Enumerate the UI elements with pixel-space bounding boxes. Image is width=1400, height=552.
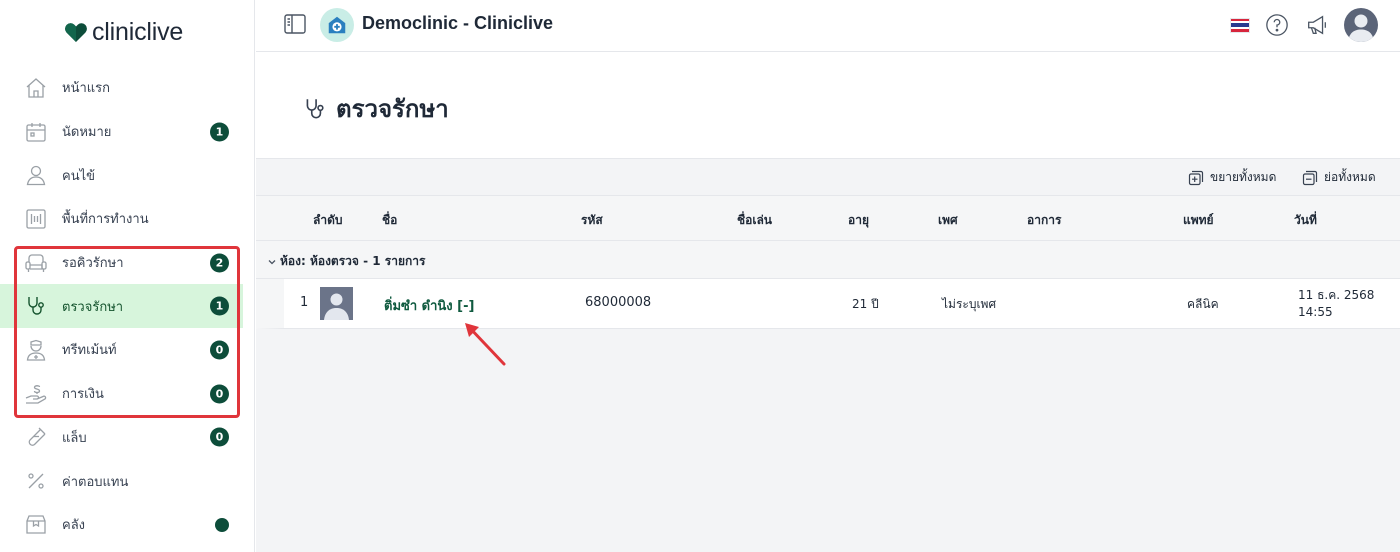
column-header-gender[interactable]: เพศ (938, 211, 958, 230)
count-badge: 0 (210, 427, 229, 447)
column-header-age[interactable]: อายุ (848, 211, 869, 230)
sidebar-item-label: ค่าตอบแทน (62, 474, 129, 490)
patient-name[interactable]: ติ่มซำ ดำนิง [-] (384, 299, 474, 314)
sidebar-item-label: การเงิน (62, 387, 104, 403)
sidebar: cliniclive หน้าแรก นัดหมาย 1 คนไข้ พื้นท… (0, 0, 255, 552)
patient-age: 21 ปี (852, 297, 879, 311)
expand-all-label: ขยายทั้งหมด (1210, 170, 1277, 184)
sidebar-item-workspace[interactable]: พื้นที่การทำงาน (0, 197, 255, 241)
patient-code: 68000008 (585, 295, 652, 310)
sidebar-item-label: นัดหมาย (62, 125, 112, 141)
column-header-name[interactable]: ชื่อ (382, 211, 397, 230)
sidebar-item-label: คลัง (62, 518, 86, 534)
count-badge: 1 (210, 122, 229, 142)
column-header-index[interactable]: ลำดับ (313, 211, 343, 230)
nurse-icon (24, 338, 48, 362)
sidebar-toggle-icon[interactable] (284, 14, 306, 34)
box-icon (24, 513, 48, 537)
table-row[interactable]: 1 ติ่มซำ ดำนิง [-] 68000008 21 ปี ไม่ระบ… (256, 279, 1400, 329)
heart-logo-icon (65, 23, 87, 42)
table-header: ลำดับ ชื่อ รหัส ชื่อเล่น อายุ เพศ อาการ … (256, 195, 1400, 241)
collapse-all-button[interactable]: ย่อทั้งหมด (1302, 168, 1376, 187)
expand-all-button[interactable]: ขยายทั้งหมด (1188, 168, 1276, 187)
page-header: ตรวจรักษา (256, 53, 1400, 159)
sidebar-item-finance[interactable]: การเงิน 0 (0, 372, 255, 416)
sidebar-item-inventory[interactable]: คลัง (0, 503, 255, 547)
test-tube-icon (24, 425, 48, 449)
sidebar-item-compensation[interactable]: ค่าตอบแทน (0, 459, 255, 503)
top-header: Democlinic - Cliniclive (256, 0, 1400, 52)
collapse-all-label: ย่อทั้งหมด (1324, 170, 1376, 184)
sidebar-item-appointments[interactable]: นัดหมาย 1 (0, 110, 255, 154)
column-header-code[interactable]: รหัส (581, 211, 603, 230)
expand-all-icon (1188, 170, 1204, 186)
money-hand-icon (24, 382, 48, 406)
patient-gender: ไม่ระบุเพศ (942, 297, 997, 311)
sidebar-item-waiting-queue[interactable]: รอคิวรักษา 2 (0, 241, 255, 285)
language-flag-icon[interactable] (1230, 17, 1250, 33)
sidebar-item-lab[interactable]: แล็บ 0 (0, 416, 255, 460)
column-header-nickname[interactable]: ชื่อเล่น (737, 211, 772, 230)
examination-table: ลำดับ ชื่อ รหัส ชื่อเล่น อายุ เพศ อาการ … (256, 195, 1400, 329)
sidebar-item-patients[interactable]: คนไข้ (0, 153, 255, 197)
group-label: ห้อง: ห้องตรวจ - 1 รายการ (280, 254, 426, 268)
visit-time: 14:55 (1298, 305, 1333, 319)
header-actions (1230, 8, 1378, 42)
group-row[interactable]: ห้อง: ห้องตรวจ - 1 รายการ (256, 241, 1400, 279)
sidebar-item-label: พื้นที่การทำงาน (62, 212, 149, 228)
sidebar-nav: หน้าแรก นัดหมาย 1 คนไข้ พื้นที่การทำงาน … (0, 66, 255, 547)
chevron-down-icon[interactable] (266, 253, 278, 265)
sidebar-item-label: ตรวจรักษา (62, 299, 124, 315)
user-icon (24, 163, 48, 187)
help-icon[interactable] (1264, 12, 1290, 38)
stethoscope-icon (302, 96, 328, 122)
logo-text: cliniclive (92, 17, 184, 46)
column-header-date[interactable]: วันที่ (1294, 211, 1317, 230)
table-toolbar: ขยายทั้งหมด ย่อทั้งหมด (256, 159, 1400, 195)
announcement-icon[interactable] (1304, 12, 1330, 38)
count-badge: 1 (210, 296, 229, 316)
sidebar-item-examination[interactable]: ตรวจรักษา 1 (0, 284, 243, 329)
page-title-text: ตรวจรักษา (336, 95, 449, 123)
sidebar-item-label: รอคิวรักษา (62, 256, 124, 272)
sofa-icon (24, 251, 48, 275)
status-dot (215, 517, 229, 532)
count-badge: 2 (210, 253, 229, 273)
home-icon (24, 76, 48, 100)
sidebar-item-label: คนไข้ (62, 168, 96, 184)
percent-icon (24, 469, 48, 493)
column-header-symptom[interactable]: อาการ (1027, 211, 1061, 230)
sidebar-item-treatment[interactable]: ทรีทเม้นท์ 0 (0, 328, 255, 372)
row-index: 1 (300, 295, 309, 310)
count-badge: 0 (210, 384, 229, 404)
doctor-name: คลีนิค (1187, 297, 1219, 311)
clinic-name: Democlinic - Cliniclive (362, 13, 554, 33)
app-logo[interactable]: cliniclive (64, 18, 183, 46)
calendar-icon (24, 120, 48, 144)
visit-date: 11 ธ.ค. 2568 (1298, 288, 1375, 302)
sidebar-item-label: แล็บ (62, 430, 87, 446)
stethoscope-icon (24, 294, 48, 318)
patient-avatar (320, 287, 353, 320)
page-title: ตรวจรักษา (302, 89, 449, 128)
workspace-icon (24, 207, 48, 231)
clinic-logo-icon (320, 8, 354, 42)
column-header-doctor[interactable]: แพทย์ (1183, 211, 1214, 230)
sidebar-item-home[interactable]: หน้าแรก (0, 66, 255, 110)
count-badge: 0 (210, 340, 229, 360)
collapse-all-icon (1302, 170, 1318, 186)
patient-name-link[interactable]: ติ่มซำ ดำนิง [-] (384, 295, 474, 316)
user-avatar[interactable] (1344, 8, 1378, 42)
sidebar-item-label: ทรีทเม้นท์ (62, 343, 117, 359)
sidebar-item-label: หน้าแรก (62, 81, 110, 97)
main-content: ตรวจรักษา ขยายทั้งหมด ย่อทั้งหมด ลำดับ ช… (256, 53, 1400, 552)
